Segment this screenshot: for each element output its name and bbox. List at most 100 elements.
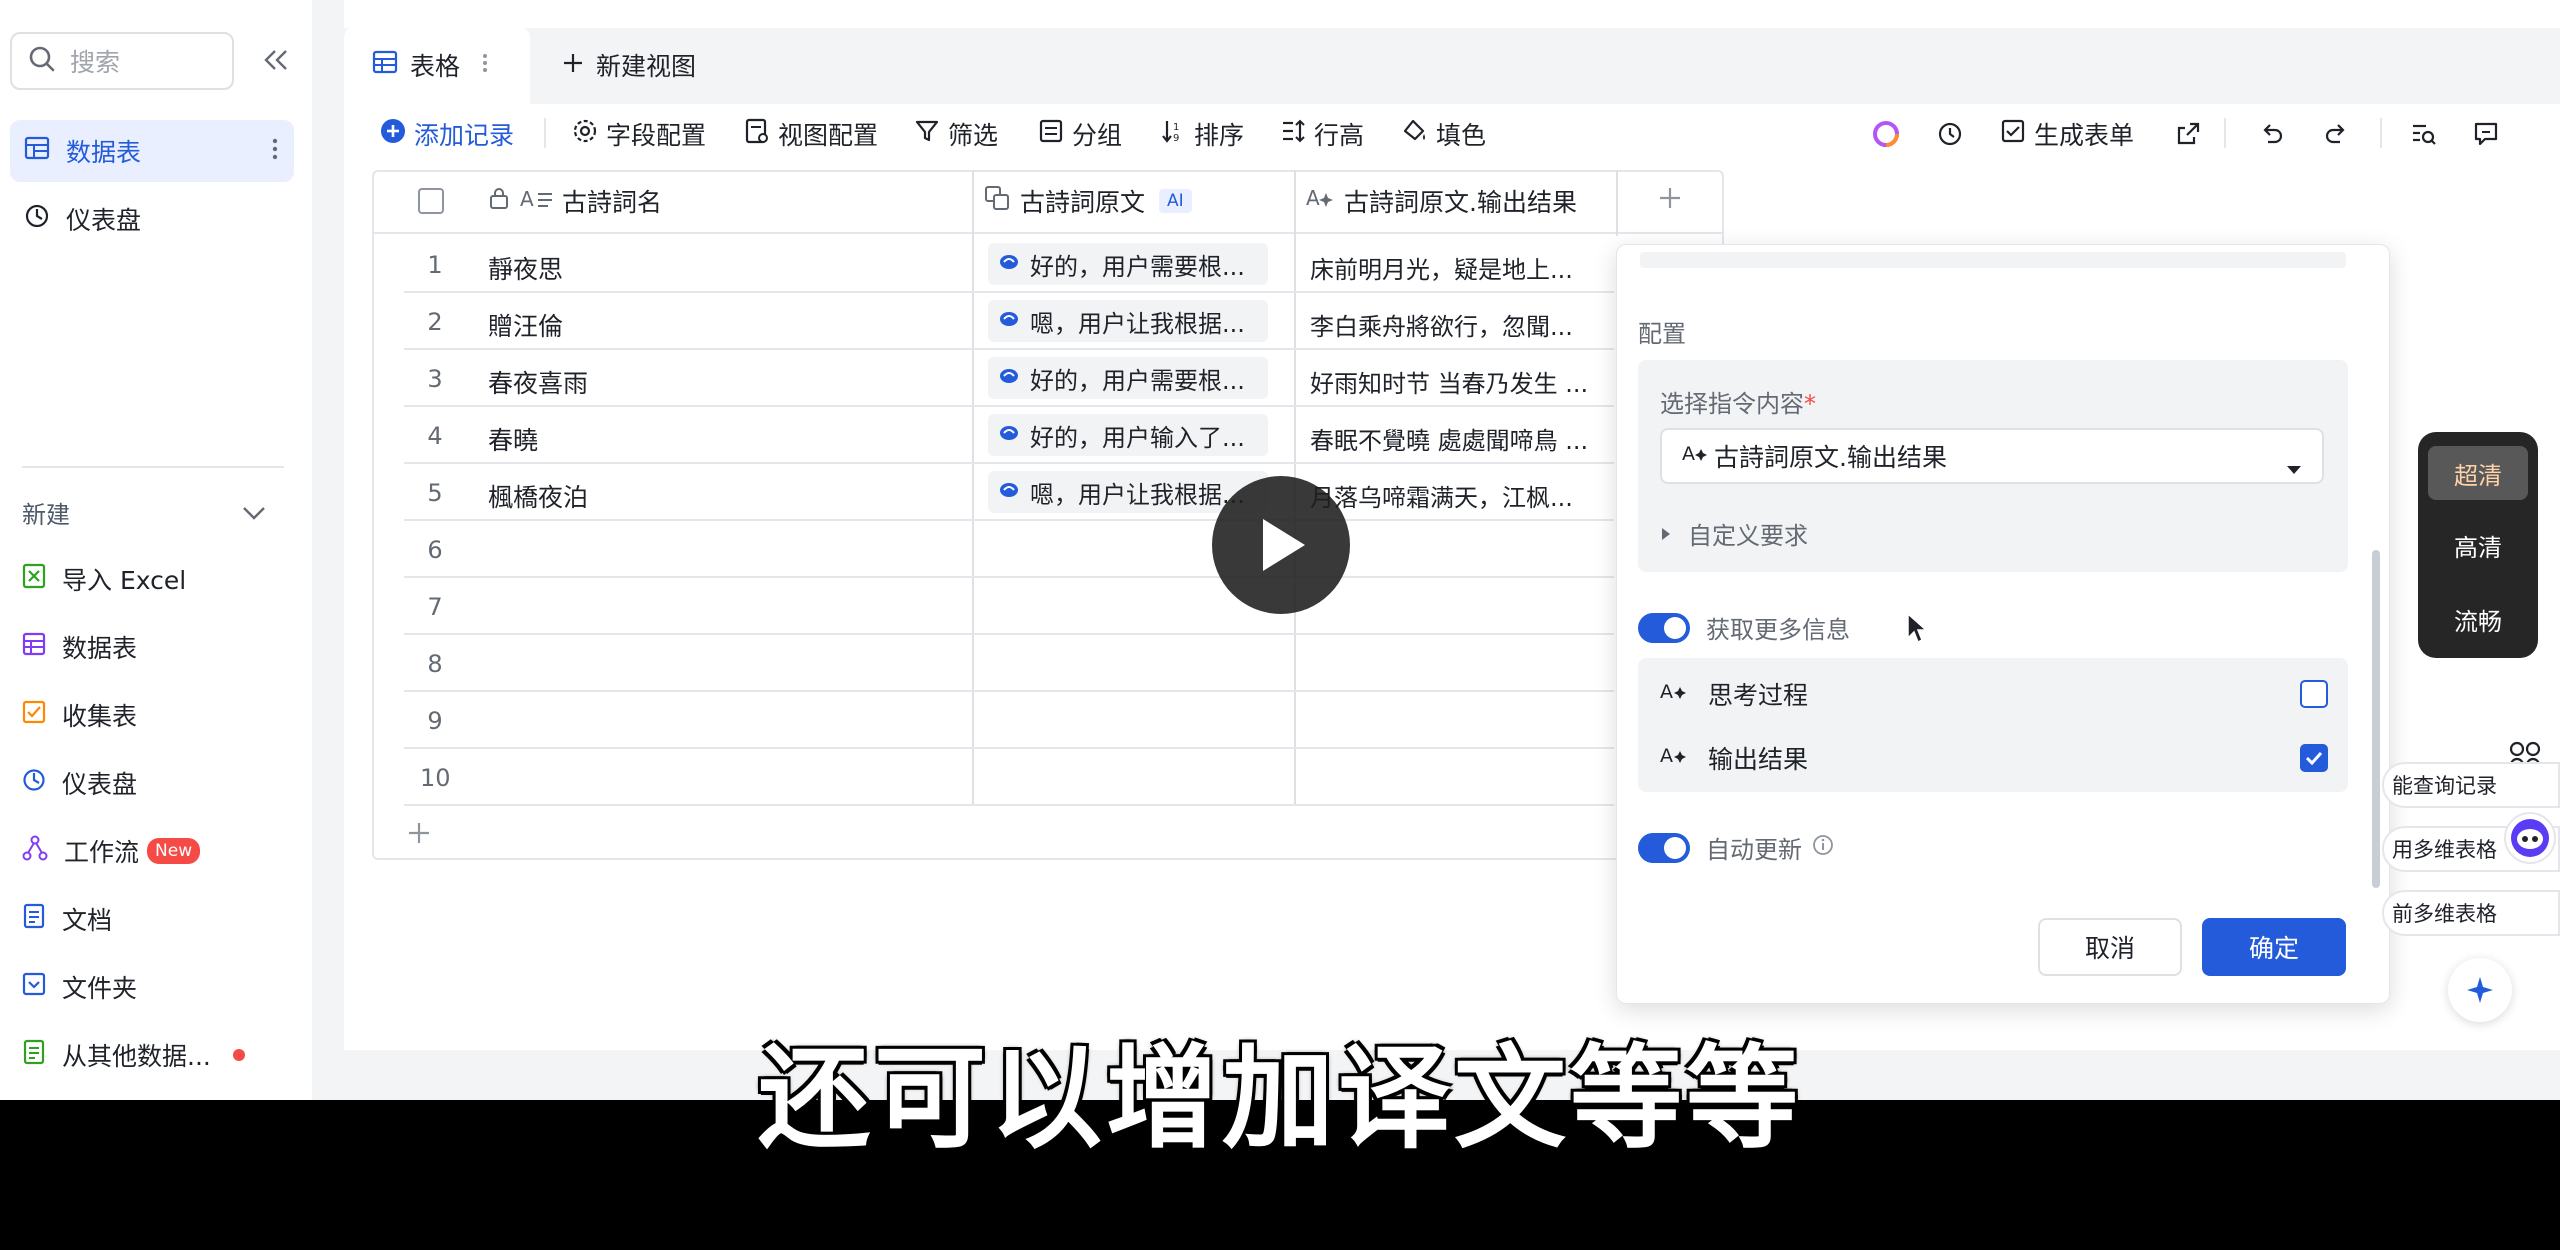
new-view-button[interactable]: 新建视图 [562,26,696,104]
new-import-excel[interactable]: 导入 Excel [22,554,186,604]
custom-requirement-toggle[interactable]: 自定义要求 [1660,516,1808,551]
table-row[interactable] [404,692,1614,749]
cell-output-result[interactable]: 床前明月光，疑是地上... [1310,250,1610,285]
column-divider [1616,170,1618,236]
fill-label: 填色 [1436,121,1487,150]
add-row-button[interactable] [404,818,434,848]
row-number: 6 [427,536,443,564]
column-label: 古詩詞原文.输出结果 [1344,188,1577,217]
assistant-avatar[interactable] [2504,812,2556,864]
cell-poem-name[interactable]: 楓橋夜泊 [488,478,588,514]
ai-chip-text: 好的，用户需要根... [1030,252,1245,281]
column-header-name[interactable]: A 古詩詞名 [374,170,972,234]
field-config-button[interactable]: 字段配置 [572,112,706,156]
row-height-button[interactable]: 行高 [1280,112,1364,156]
share-icon[interactable] [2168,114,2208,154]
instruction-select[interactable]: A 古詩詞原文.输出结果 [1660,428,2324,484]
find-replace-icon[interactable] [2404,114,2444,154]
confirm-button[interactable]: 确定 [2202,918,2346,976]
select-all-checkbox[interactable] [418,188,444,214]
new-section-header[interactable]: 新建 [22,492,266,532]
new-item-label: 收集表 [62,702,138,731]
lock-icon [488,186,510,216]
option-label: 输出结果 [1708,745,1809,774]
comment-icon[interactable] [2466,114,2506,154]
select-label-text: 选择指令内容 [1660,390,1804,418]
cell-output-result[interactable]: 李白乘舟將欲行，忽聞... [1310,307,1610,342]
redo-icon[interactable] [2316,114,2356,154]
new-form[interactable]: 收集表 [22,690,137,740]
mouse-cursor-icon [1906,612,1928,648]
new-datatable[interactable]: 数据表 [22,622,137,672]
cell-output-result[interactable]: 春眠不覺曉 處處聞啼鳥 ... [1310,421,1610,456]
option-thinking[interactable]: A 思考过程 [1660,676,2328,712]
panel-scrollbar[interactable] [2372,550,2380,888]
more-info-toggle[interactable] [1638,612,1690,643]
quality-option-smooth[interactable]: 流畅 [2428,592,2528,646]
row-height-label: 行高 [1314,121,1365,150]
video-play-button[interactable] [1212,476,1350,614]
cell-poem-name[interactable]: 春夜喜雨 [488,364,588,400]
cancel-button[interactable]: 取消 [2038,918,2182,976]
column-header-ai-output[interactable]: A 古詩詞原文.输出结果 [1296,170,1616,234]
cell-ai-chip[interactable]: 好的，用户需要根... [988,357,1268,399]
caret-down-icon [2286,452,2302,481]
cell-output-result[interactable]: 好雨知时节 当春乃发生 ... [1310,364,1610,399]
ai-chip-text: 好的，用户需要根... [1030,366,1245,395]
search-input[interactable]: 搜索 [10,32,234,90]
side-hint-3[interactable]: 前多维表格 [2382,890,2560,936]
tab-grid-view[interactable]: 表格 [344,26,530,104]
search-icon [28,45,56,77]
new-workflow[interactable]: 工作流 New [22,826,201,876]
cell-poem-name[interactable]: 春曉 [488,421,538,457]
video-subtitle: 还可以增加译文等等 [758,1034,1802,1164]
option-checkbox[interactable] [2300,744,2328,772]
collapse-sidebar-icon[interactable] [258,42,294,78]
view-config-button[interactable]: 视图配置 [744,112,878,156]
auto-update-toggle[interactable] [1638,832,1690,863]
ai-chip-text: 嗯，用户让我根据... [1030,480,1245,509]
group-button[interactable]: 分组 [1038,112,1122,156]
history-icon[interactable] [1930,114,1970,154]
cell-ai-chip[interactable]: 好的，用户需要根... [988,243,1268,285]
filter-button[interactable]: 筛选 [914,112,998,156]
chevron-down-icon [242,498,266,526]
text-field-icon: A [520,186,554,216]
new-folder[interactable]: 文件夹 [22,962,137,1012]
sort-button[interactable]: 19 排序 [1160,112,1244,156]
new-document[interactable]: 文档 [22,894,112,944]
sidebar-item-dashboard[interactable]: 仪表盘 [10,188,294,250]
cell-poem-name[interactable]: 靜夜思 [488,250,563,286]
option-output[interactable]: A 输出结果 [1660,740,2328,776]
cell-poem-name[interactable]: 贈汪倫 [488,307,563,343]
info-icon[interactable] [1812,834,1834,862]
option-checkbox[interactable] [2300,680,2328,708]
table-row[interactable] [404,635,1614,692]
row-number: 7 [427,593,443,621]
undo-icon[interactable] [2252,114,2292,154]
sidebar-item-datatable[interactable]: 数据表 [10,120,294,182]
ai-link-icon [998,307,1020,335]
table-row[interactable] [404,749,1614,806]
check-icon [2305,751,2323,765]
side-hint-1[interactable]: 能查询记录 [2382,762,2560,808]
column-label: 古詩詞名 [562,188,663,217]
add-record-button[interactable]: 添加记录 [380,112,514,156]
cell-output-result[interactable]: 月落乌啼霜满天，江枫... [1310,478,1610,513]
ai-assistant-icon[interactable] [1866,114,1906,154]
svg-text:1: 1 [1173,122,1179,133]
table-row[interactable] [404,521,1614,578]
table-row[interactable] [404,578,1614,635]
column-header-ai-source[interactable]: 古詩詞原文 AI [974,170,1294,234]
quality-option-high[interactable]: 高清 [2428,518,2528,572]
quality-option-ultra[interactable]: 超清 [2428,446,2528,500]
fill-color-button[interactable]: 填色 [1402,112,1486,156]
generate-form-button[interactable]: 生成表单 [2000,112,2134,156]
more-vertical-icon[interactable] [482,51,488,80]
cell-ai-chip[interactable]: 嗯，用户让我根据... [988,300,1268,342]
add-column-button[interactable] [1618,170,1722,234]
new-dashboard[interactable]: 仪表盘 [22,758,137,808]
more-vertical-icon[interactable] [272,136,278,168]
cell-ai-chip[interactable]: 好的，用户输入了... [988,414,1268,456]
document-icon [22,903,46,935]
